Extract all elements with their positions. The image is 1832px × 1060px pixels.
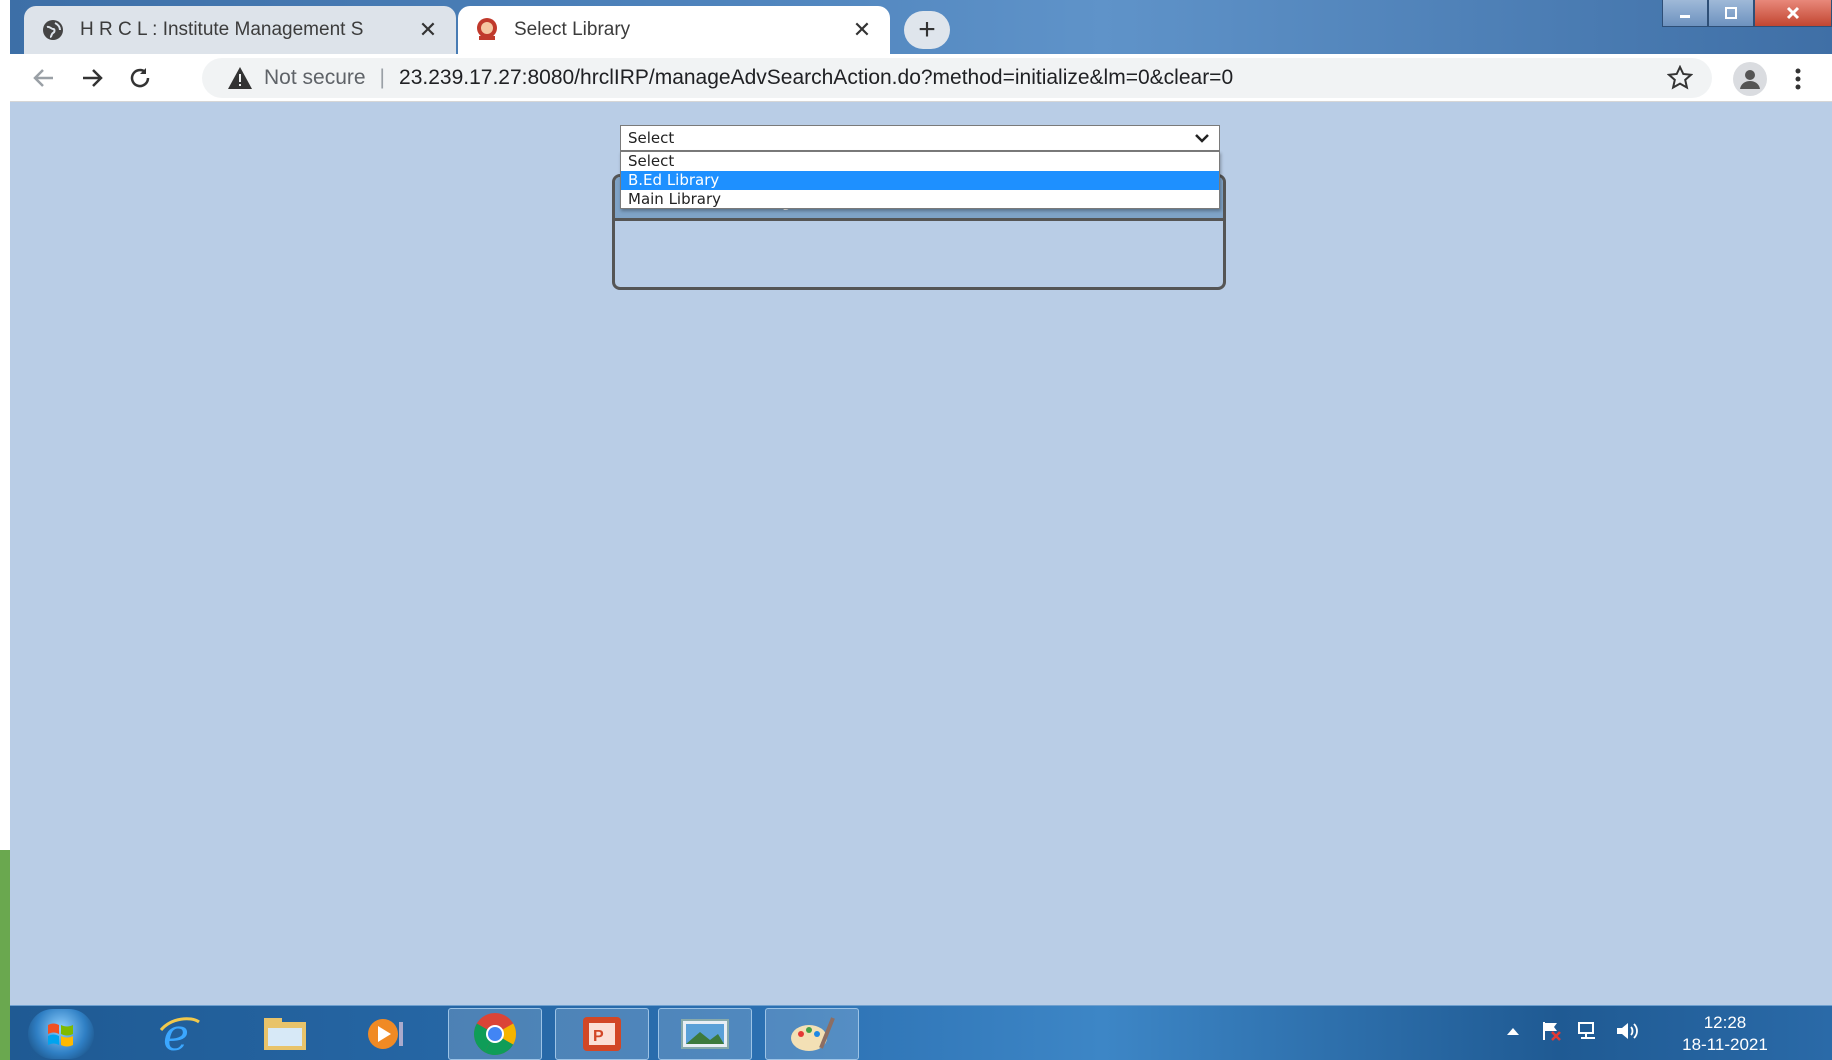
divider: |: [379, 66, 386, 89]
back-arrow-icon: [33, 69, 53, 87]
reload-icon: [130, 68, 150, 88]
option-bed-library[interactable]: B.Ed Library: [621, 171, 1219, 190]
new-tab-button[interactable]: +: [904, 11, 950, 49]
photo-viewer-icon: [681, 1019, 729, 1049]
globe-icon: [40, 17, 66, 43]
minimize-button[interactable]: [1662, 0, 1708, 27]
internet-explorer-button[interactable]: e: [132, 1008, 226, 1060]
site-favicon: [474, 17, 500, 43]
volume-icon[interactable]: [1614, 1018, 1640, 1044]
file-explorer-button[interactable]: [238, 1008, 332, 1060]
page-content: Select Library: [10, 103, 1832, 1005]
file-explorer-icon: [264, 1018, 306, 1050]
paint-button[interactable]: [765, 1008, 859, 1060]
browser-toolbar: Not secure | 23.239.17.27:8080/hrclIRP/m…: [10, 54, 1832, 102]
media-player-button[interactable]: [338, 1008, 432, 1060]
kebab-menu-icon: [1795, 68, 1801, 90]
windows-logo-icon: [48, 1023, 73, 1047]
profile-avatar[interactable]: [1733, 62, 1767, 96]
action-center-flag-icon[interactable]: [1538, 1018, 1564, 1044]
warning-icon[interactable]: [226, 64, 254, 92]
close-window-button[interactable]: [1754, 0, 1832, 27]
person-icon: [1740, 70, 1760, 89]
show-hidden-icons-icon[interactable]: [1500, 1018, 1526, 1044]
window-controls: [1662, 0, 1832, 30]
powerpoint-button[interactable]: P: [555, 1008, 649, 1060]
option-main-library[interactable]: Main Library: [621, 190, 1219, 209]
address-bar[interactable]: Not secure | 23.239.17.27:8080/hrclIRP/m…: [202, 58, 1712, 98]
tab-label: H R C L : Institute Management S: [80, 19, 364, 40]
svg-text:P: P: [593, 1028, 604, 1045]
taskbar: e P 12:28 18-11-2021: [10, 1005, 1832, 1060]
slide-accent: [0, 850, 10, 1060]
clock[interactable]: 12:28 18-11-2021: [1670, 1012, 1780, 1056]
tab-institute-management[interactable]: H R C L : Institute Management S ✕: [24, 6, 456, 54]
bookmark-star-icon[interactable]: [1666, 64, 1694, 92]
library-dropdown-list: Select B.Ed Library Main Library: [620, 151, 1220, 209]
tab-label: Select Library: [514, 19, 631, 40]
tab-strip: H R C L : Institute Management S ✕ Selec…: [10, 0, 1832, 54]
select-value: Select: [628, 129, 675, 147]
url-text[interactable]: 23.239.17.27:8080/hrclIRP/manageAdvSearc…: [399, 66, 1233, 90]
tab-select-library[interactable]: Select Library ✕: [458, 6, 890, 54]
library-select[interactable]: Select: [620, 125, 1220, 151]
powerpoint-icon: P: [583, 1017, 621, 1051]
clock-time: 12:28: [1703, 1013, 1747, 1032]
chevron-down-icon: [1195, 134, 1209, 143]
forward-arrow-icon: [83, 69, 103, 87]
menu-button[interactable]: [1790, 64, 1806, 94]
internet-explorer-icon: e: [159, 1012, 200, 1056]
system-tray: [1500, 1018, 1640, 1044]
security-label[interactable]: Not secure: [264, 66, 366, 90]
close-tab-icon[interactable]: ✕: [416, 17, 440, 43]
slide-edge: [0, 0, 10, 1060]
forward-button[interactable]: [76, 62, 108, 94]
close-tab-icon[interactable]: ✕: [850, 17, 874, 43]
restore-button[interactable]: [1708, 0, 1754, 27]
media-player-icon: [368, 1019, 403, 1049]
back-button[interactable]: [28, 62, 60, 94]
clock-date: 18-11-2021: [1682, 1035, 1768, 1054]
photo-viewer-button[interactable]: [658, 1008, 752, 1060]
network-icon[interactable]: [1576, 1018, 1602, 1044]
reload-button[interactable]: [124, 62, 156, 94]
start-button[interactable]: [28, 1009, 94, 1059]
paint-icon: [791, 1017, 835, 1051]
screen: H R C L : Institute Management S ✕ Selec…: [10, 0, 1832, 1060]
chrome-button[interactable]: [448, 1008, 542, 1060]
chrome-icon: [473, 1013, 517, 1056]
option-select[interactable]: Select: [621, 152, 1219, 171]
